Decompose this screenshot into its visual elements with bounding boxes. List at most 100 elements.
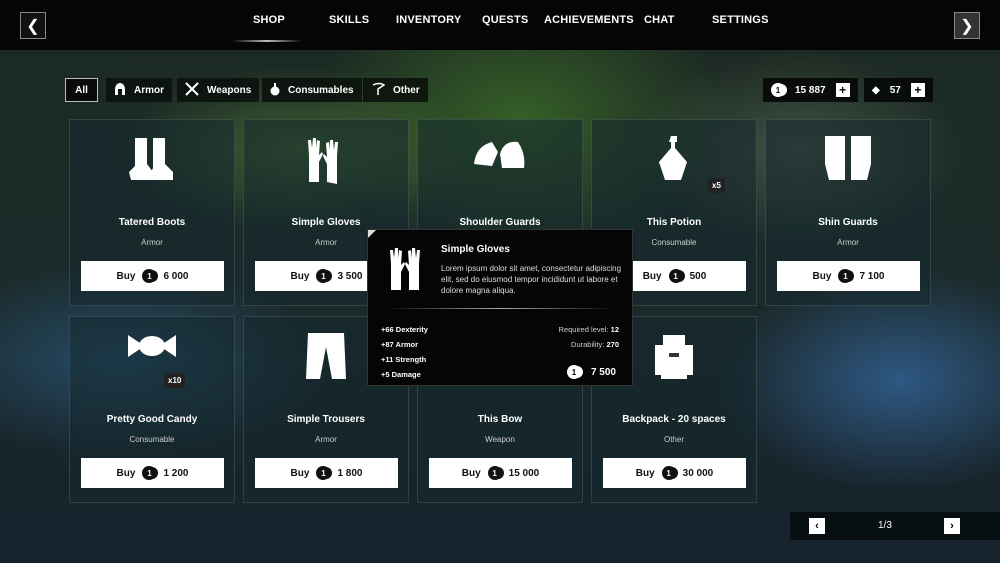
coin-balance: 1 15 887 + bbox=[763, 78, 858, 102]
buy-label: Buy bbox=[461, 467, 481, 479]
horn-icon bbox=[371, 82, 386, 99]
helmet-icon bbox=[114, 82, 126, 99]
gem-balance: ◆ 57 + bbox=[864, 78, 933, 102]
tab-skills[interactable]: SKILLS bbox=[329, 14, 369, 26]
potion-icon bbox=[270, 82, 280, 99]
tab-shop[interactable]: SHOP bbox=[253, 14, 285, 26]
chevron-left-icon: ❮ bbox=[26, 17, 40, 35]
filter-consumables[interactable]: Consumables bbox=[262, 78, 362, 102]
shoulder-guards-icon bbox=[418, 134, 582, 190]
item-type: Other bbox=[663, 435, 684, 444]
item-price: 6 000 bbox=[163, 270, 189, 282]
tab-settings[interactable]: SETTINGS bbox=[712, 14, 769, 26]
filter-armor[interactable]: Armor bbox=[106, 78, 173, 102]
label: Durability: bbox=[571, 340, 605, 349]
quantity-badge: x10 bbox=[164, 373, 186, 388]
buy-label: Buy bbox=[290, 270, 310, 282]
coin-icon: 1 bbox=[142, 269, 157, 283]
coin-icon: 1 bbox=[838, 269, 853, 283]
item-price: 1 200 bbox=[163, 467, 189, 479]
next-menu-button[interactable]: ❯ bbox=[954, 12, 980, 39]
required-level: Required level: 12 bbox=[559, 322, 619, 337]
top-nav-bar: ❮ ❯ SHOP SKILLS INVENTORY QUESTS ACHIEVE… bbox=[0, 0, 1000, 50]
filter-label: All bbox=[75, 84, 88, 96]
buy-label: Buy bbox=[116, 467, 136, 479]
item-price: 7 100 bbox=[859, 270, 885, 282]
gem-icon: ◆ bbox=[872, 84, 880, 96]
prev-menu-button[interactable]: ❮ bbox=[20, 12, 46, 39]
coin-icon: 1 bbox=[316, 269, 331, 283]
item-price: 500 bbox=[689, 270, 707, 282]
item-type: Consumable bbox=[129, 435, 175, 444]
gloves-icon bbox=[244, 134, 408, 190]
stat-bonus: +66 Dexterity bbox=[381, 325, 428, 334]
buy-label: Buy bbox=[812, 270, 832, 282]
stat-bonus: +5 Damage bbox=[381, 370, 421, 379]
price-value: 7 500 bbox=[590, 366, 616, 378]
tab-quests[interactable]: QUESTS bbox=[482, 14, 528, 26]
item-name: This Potion bbox=[646, 217, 702, 228]
chevron-right-icon: ❯ bbox=[960, 17, 974, 35]
buy-label: Buy bbox=[116, 270, 136, 282]
tab-achievements[interactable]: ACHIEVEMENTS bbox=[544, 14, 634, 26]
buy-button[interactable]: Buy 1 6 000 bbox=[81, 261, 224, 291]
filter-other[interactable]: Other bbox=[363, 78, 428, 102]
candy-icon bbox=[70, 331, 234, 387]
item-name: Simple Gloves bbox=[291, 217, 361, 228]
shop-item-card[interactable]: x10 Pretty Good Candy Consumable Buy 1 1 2… bbox=[69, 316, 235, 503]
durability: Durability: 270 bbox=[559, 337, 619, 352]
potion-icon bbox=[592, 134, 756, 190]
buy-button[interactable]: Buy 1 7 100 bbox=[777, 261, 920, 291]
item-type: Weapon bbox=[485, 435, 515, 444]
value: 12 bbox=[610, 325, 619, 334]
item-price: 1 800 bbox=[337, 467, 363, 479]
item-price: 30 000 bbox=[682, 467, 714, 479]
item-type: Armor bbox=[141, 238, 163, 247]
item-price: 3 500 bbox=[337, 270, 363, 282]
buy-button[interactable]: Buy 1 15 000 bbox=[429, 458, 572, 488]
gloves-icon bbox=[388, 244, 428, 297]
shop-item-card[interactable]: Shin Guards Armor Buy 1 7 100 bbox=[765, 119, 931, 306]
tab-inventory[interactable]: INVENTORY bbox=[396, 14, 461, 26]
buy-label: Buy bbox=[290, 467, 310, 479]
item-price: 15 000 bbox=[508, 467, 540, 479]
gem-amount: 57 bbox=[889, 84, 901, 96]
pagination: ‹ 1/3 › bbox=[790, 512, 1000, 540]
coin-icon: 1 bbox=[316, 466, 331, 480]
filter-label: Armor bbox=[134, 84, 165, 96]
filter-all[interactable]: All bbox=[65, 78, 98, 102]
buy-label: Buy bbox=[642, 270, 662, 282]
filter-label: Other bbox=[393, 84, 420, 96]
coin-icon: 1 bbox=[566, 365, 581, 379]
divider bbox=[386, 308, 616, 309]
filter-weapons[interactable]: Weapons bbox=[177, 78, 260, 102]
buy-button[interactable]: Buy 1 1 800 bbox=[255, 458, 398, 488]
item-name: This Bow bbox=[477, 414, 523, 425]
filter-label: Consumables bbox=[288, 84, 354, 96]
shop-item-card[interactable]: Tatered Boots Armor Buy 1 6 000 bbox=[69, 119, 235, 306]
item-tooltip: Simple Gloves Lorem ipsum dolor sit amet… bbox=[367, 229, 633, 386]
prev-page-button[interactable]: ‹ bbox=[809, 518, 825, 534]
page-indicator: 1/3 bbox=[878, 520, 892, 531]
buy-label: Buy bbox=[635, 467, 655, 479]
coin-icon: 1 bbox=[668, 269, 683, 283]
tooltip-price: 1 7 500 bbox=[566, 365, 616, 379]
tooltip-title: Simple Gloves bbox=[441, 244, 510, 255]
coin-amount: 15 887 bbox=[795, 84, 826, 96]
buy-button[interactable]: Buy 1 1 200 bbox=[81, 458, 224, 488]
item-name: Backpack - 20 spaces bbox=[622, 414, 726, 425]
coin-icon: 1 bbox=[487, 466, 502, 480]
buy-button[interactable]: Buy 1 30 000 bbox=[603, 458, 746, 488]
item-name: Simple Trousers bbox=[287, 414, 365, 425]
stat-bonus: +11 Strength bbox=[381, 355, 427, 364]
next-page-button[interactable]: › bbox=[944, 518, 960, 534]
tab-chat[interactable]: CHAT bbox=[644, 14, 675, 26]
shin-guards-icon bbox=[766, 134, 930, 190]
tooltip-pointer bbox=[368, 230, 376, 238]
crossed-swords-icon bbox=[185, 81, 199, 99]
label: Required level: bbox=[558, 325, 609, 334]
value: 270 bbox=[606, 340, 619, 349]
item-name: Shin Guards bbox=[818, 217, 878, 228]
add-gems-button[interactable]: + bbox=[910, 83, 925, 97]
add-coins-button[interactable]: + bbox=[835, 83, 850, 97]
